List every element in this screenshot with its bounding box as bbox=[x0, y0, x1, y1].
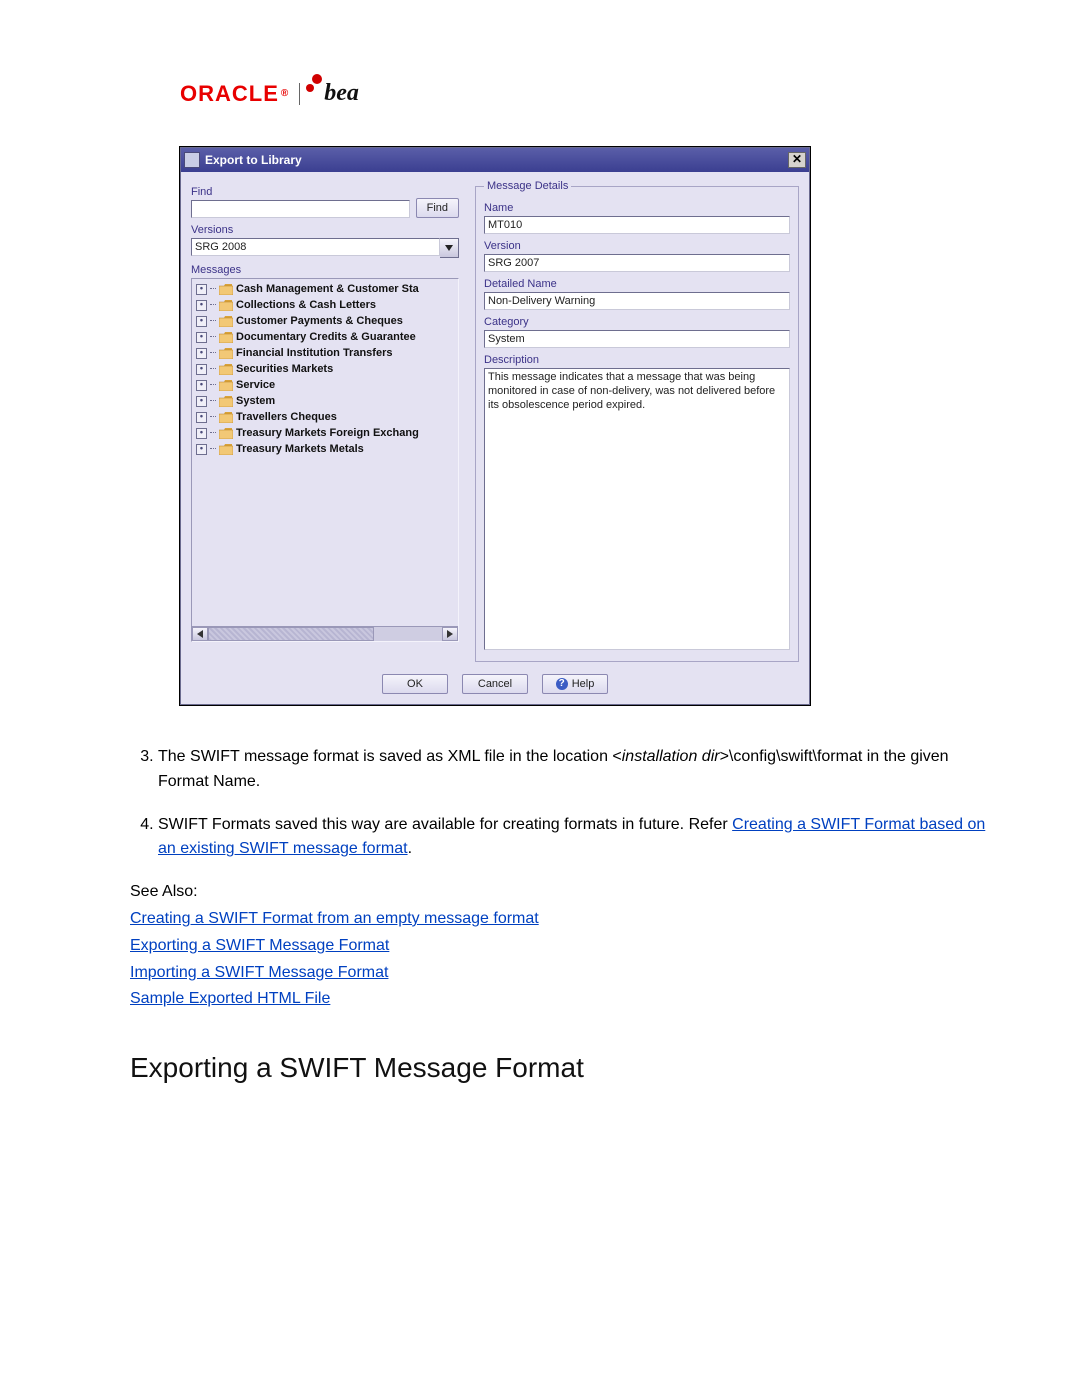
folder-icon bbox=[219, 316, 233, 327]
chevron-down-icon[interactable] bbox=[440, 238, 459, 258]
link-sample-exported-html[interactable]: Sample Exported HTML File bbox=[130, 987, 990, 1012]
tree-item-label: Collections & Cash Letters bbox=[236, 299, 376, 311]
folder-icon bbox=[219, 284, 233, 295]
oracle-logo: ORACLE® bbox=[180, 81, 289, 107]
tree-item-label: System bbox=[236, 395, 275, 407]
description-label: Description bbox=[484, 354, 790, 366]
tree-item-label: Documentary Credits & Guarantee bbox=[236, 331, 416, 343]
expand-icon[interactable]: • bbox=[196, 396, 207, 407]
dialog-button-row: OK Cancel ? Help bbox=[181, 666, 809, 704]
expand-icon[interactable]: • bbox=[196, 444, 207, 455]
document-body: The SWIFT message format is saved as XML… bbox=[130, 745, 990, 1090]
expand-icon[interactable]: • bbox=[196, 364, 207, 375]
tree-item-label: Treasury Markets Metals bbox=[236, 443, 364, 455]
message-details-legend: Message Details bbox=[484, 180, 571, 192]
folder-icon bbox=[219, 364, 233, 375]
message-details-group: Message Details Name Version Detailed Na… bbox=[475, 180, 799, 662]
category-label: Category bbox=[484, 316, 790, 328]
help-icon: ? bbox=[556, 678, 568, 690]
tree-item[interactable]: • Collections & Cash Letters bbox=[192, 297, 458, 313]
dialog-title-icon bbox=[184, 152, 200, 168]
messages-tree[interactable]: • Cash Management & Customer Sta • Collecti… bbox=[191, 278, 459, 642]
help-button[interactable]: ? Help bbox=[542, 674, 608, 694]
tree-item[interactable]: • Securities Markets bbox=[192, 361, 458, 377]
category-field[interactable] bbox=[484, 330, 790, 348]
horizontal-scrollbar[interactable] bbox=[192, 626, 458, 641]
tree-item[interactable]: • System bbox=[192, 393, 458, 409]
ok-button[interactable]: OK bbox=[382, 674, 448, 694]
scroll-left-icon[interactable] bbox=[192, 627, 208, 641]
help-button-label: Help bbox=[572, 678, 595, 690]
tree-item-label: Treasury Markets Foreign Exchang bbox=[236, 427, 419, 439]
logo-row: ORACLE® bea bbox=[180, 80, 990, 107]
find-input[interactable] bbox=[191, 200, 410, 218]
tree-item-label: Service bbox=[236, 379, 275, 391]
tree-item[interactable]: • Financial Institution Transfers bbox=[192, 345, 458, 361]
scroll-thumb[interactable] bbox=[208, 627, 374, 641]
cancel-button[interactable]: Cancel bbox=[462, 674, 528, 694]
folder-icon bbox=[219, 444, 233, 455]
expand-icon[interactable]: • bbox=[196, 412, 207, 423]
oracle-logo-text: ORACLE bbox=[180, 81, 279, 107]
name-label: Name bbox=[484, 202, 790, 214]
tree-item[interactable]: • Cash Management & Customer Sta bbox=[192, 281, 458, 297]
folder-icon bbox=[219, 396, 233, 407]
link-importing-swift-format[interactable]: Importing a SWIFT Message Format bbox=[130, 961, 990, 986]
tree-item[interactable]: • Travellers Cheques bbox=[192, 409, 458, 425]
link-creating-swift-format-empty[interactable]: Creating a SWIFT Format from an empty me… bbox=[130, 907, 990, 932]
expand-icon[interactable]: • bbox=[196, 332, 207, 343]
dialog-titlebar: Export to Library ✕ bbox=[181, 148, 809, 172]
tree-item[interactable]: • Documentary Credits & Guarantee bbox=[192, 329, 458, 345]
tree-item-label: Cash Management & Customer Sta bbox=[236, 283, 419, 295]
tree-item-label: Securities Markets bbox=[236, 363, 333, 375]
detailed-name-field[interactable] bbox=[484, 292, 790, 310]
folder-icon bbox=[219, 300, 233, 311]
version-label: Version bbox=[484, 240, 790, 252]
find-label: Find bbox=[191, 186, 410, 198]
folder-icon bbox=[219, 380, 233, 391]
tree-item[interactable]: • Customer Payments & Cheques bbox=[192, 313, 458, 329]
close-button[interactable]: ✕ bbox=[788, 152, 806, 168]
tree-item[interactable]: • Treasury Markets Foreign Exchang bbox=[192, 425, 458, 441]
scroll-right-icon[interactable] bbox=[442, 627, 458, 641]
description-field[interactable]: This message indicates that a message th… bbox=[484, 368, 790, 650]
versions-label: Versions bbox=[191, 224, 459, 236]
link-exporting-swift-format[interactable]: Exporting a SWIFT Message Format bbox=[130, 934, 990, 959]
expand-icon[interactable]: • bbox=[196, 380, 207, 391]
folder-icon bbox=[219, 428, 233, 439]
tree-item-label: Financial Institution Transfers bbox=[236, 347, 392, 359]
tree-item-label: Travellers Cheques bbox=[236, 411, 337, 423]
messages-label: Messages bbox=[191, 264, 459, 276]
expand-icon[interactable]: • bbox=[196, 348, 207, 359]
folder-icon bbox=[219, 348, 233, 359]
versions-value[interactable] bbox=[191, 238, 440, 256]
dialog-title: Export to Library bbox=[205, 153, 788, 167]
registered-mark: ® bbox=[281, 88, 289, 99]
expand-icon[interactable]: • bbox=[196, 428, 207, 439]
expand-icon[interactable]: • bbox=[196, 316, 207, 327]
bea-logo: bea bbox=[310, 80, 359, 107]
tree-item[interactable]: • Service bbox=[192, 377, 458, 393]
tree-item-label: Customer Payments & Cheques bbox=[236, 315, 403, 327]
list-item: SWIFT Formats saved this way are availab… bbox=[158, 813, 990, 863]
export-to-library-dialog: Export to Library ✕ Find Find Versions bbox=[180, 147, 810, 705]
expand-icon[interactable]: • bbox=[196, 300, 207, 311]
version-field[interactable] bbox=[484, 254, 790, 272]
detailed-name-label: Detailed Name bbox=[484, 278, 790, 290]
list-item: The SWIFT message format is saved as XML… bbox=[158, 745, 990, 795]
find-button[interactable]: Find bbox=[416, 198, 459, 218]
folder-icon bbox=[219, 332, 233, 343]
logo-divider bbox=[299, 83, 300, 105]
expand-icon[interactable]: • bbox=[196, 284, 207, 295]
tree-item[interactable]: • Treasury Markets Metals bbox=[192, 441, 458, 457]
folder-icon bbox=[219, 412, 233, 423]
versions-select[interactable] bbox=[191, 238, 459, 258]
name-field[interactable] bbox=[484, 216, 790, 234]
see-also-label: See Also: bbox=[130, 880, 990, 905]
section-heading: Exporting a SWIFT Message Format bbox=[130, 1046, 990, 1089]
